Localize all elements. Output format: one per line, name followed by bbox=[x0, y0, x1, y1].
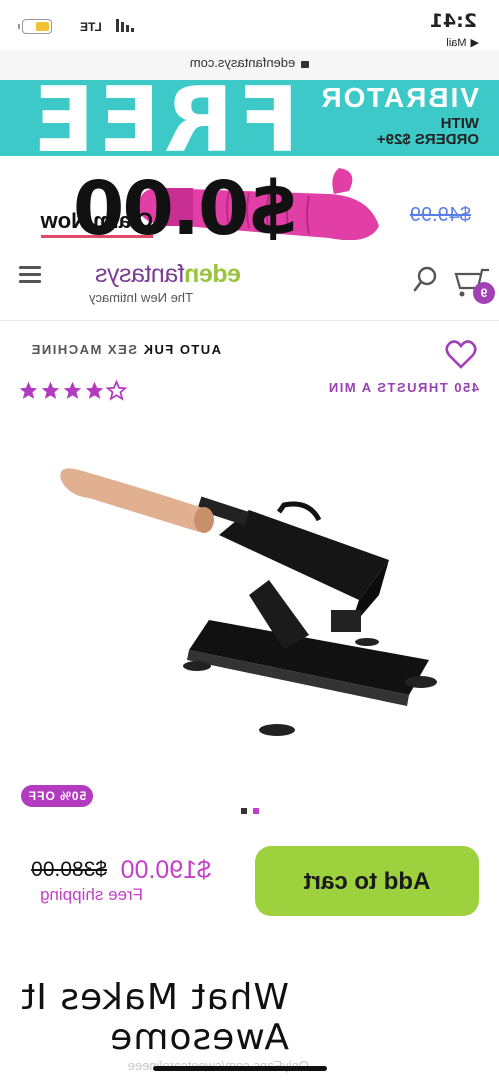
status-bar: 2:41 ◀Mail LTE bbox=[0, 0, 499, 50]
original-price: $380.00 bbox=[31, 858, 107, 881]
back-app-label: Mail bbox=[446, 37, 467, 49]
gallery-dot-active[interactable] bbox=[253, 808, 259, 814]
back-to-app[interactable]: ◀Mail bbox=[446, 36, 479, 49]
home-indicator[interactable] bbox=[153, 1066, 327, 1071]
cart-count-badge: 9 bbox=[473, 282, 495, 304]
site-tagline: The New Intimacy bbox=[88, 290, 193, 305]
gallery-dots[interactable] bbox=[241, 808, 259, 814]
url-domain: edenfantasys.com bbox=[189, 55, 296, 70]
product-image[interactable] bbox=[49, 450, 449, 750]
star-filled-icon bbox=[63, 381, 82, 399]
banner-original-price: $49.99 bbox=[409, 204, 471, 226]
banner-product-word: VIBRATOR bbox=[319, 82, 479, 113]
heart-icon[interactable] bbox=[445, 340, 477, 370]
battery-icon bbox=[22, 19, 52, 34]
discount-badge: 50% OFF bbox=[21, 785, 93, 807]
promo-banner[interactable]: FREE VIBRATOR WITH ORDERS $29+ $0.00 $49… bbox=[0, 80, 499, 240]
sale-price: $190.00 bbox=[120, 856, 211, 884]
logo-secondary: fantasys bbox=[95, 260, 185, 288]
claim-now-link[interactable]: Claim Now bbox=[40, 208, 153, 238]
banner-condition: WITH ORDERS $29+ bbox=[376, 115, 479, 148]
product-name-bold: AUTO FUK bbox=[142, 342, 221, 357]
site-logo[interactable]: edenfantasys bbox=[96, 260, 241, 289]
product-name-light: SEX MACHINE bbox=[30, 342, 137, 357]
network-label: LTE bbox=[80, 20, 102, 34]
star-filled-icon bbox=[41, 381, 60, 399]
url-bar[interactable]: edenfantasys.com bbox=[0, 50, 499, 80]
star-filled-icon bbox=[85, 381, 104, 399]
logo-primary: eden bbox=[184, 260, 241, 288]
banner-headline: FREE bbox=[29, 80, 299, 173]
section-heading: What Makes It Awesome bbox=[20, 977, 289, 1058]
status-time: 2:41 bbox=[429, 10, 477, 32]
signal-icon bbox=[116, 19, 134, 32]
shipping-note: Free shipping bbox=[39, 885, 143, 904]
product-feature: 450 THRUSTS A MIN bbox=[327, 380, 479, 395]
product-title: AUTO FUK SEX MACHINE bbox=[30, 342, 221, 357]
rating-stars bbox=[18, 380, 127, 401]
menu-icon[interactable] bbox=[19, 266, 41, 284]
lock-icon bbox=[301, 61, 310, 68]
star-filled-icon bbox=[19, 381, 38, 399]
gallery-dot[interactable] bbox=[241, 808, 247, 814]
star-empty-icon bbox=[106, 380, 127, 401]
search-icon[interactable] bbox=[413, 265, 437, 293]
page: 2:41 ◀Mail LTE edenfantasys.com FREE VIB… bbox=[0, 0, 499, 1080]
add-to-cart-button[interactable]: Add to cart bbox=[255, 846, 479, 916]
